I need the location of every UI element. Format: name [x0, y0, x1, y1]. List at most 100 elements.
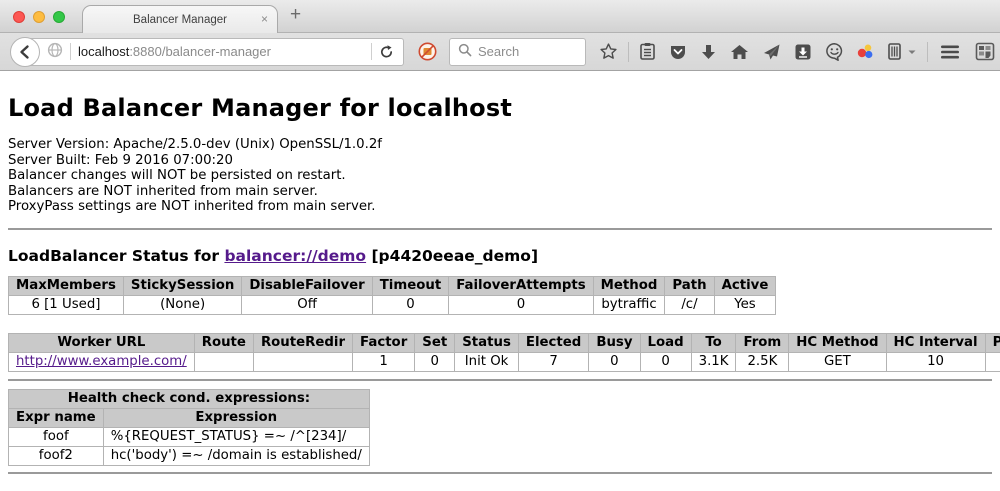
col-expr-name: Expr name — [9, 408, 104, 427]
toolbar-icons — [599, 42, 997, 62]
col-hc-method: HC Method — [789, 333, 886, 352]
cell-factor: 1 — [353, 352, 415, 371]
col-expression: Expression — [103, 408, 369, 427]
url-text[interactable]: localhost:8880/balancer-manager — [78, 44, 364, 59]
reading-list-icon[interactable] — [639, 42, 656, 61]
col-timeout: Timeout — [372, 276, 448, 295]
cell-disablefailover: Off — [242, 295, 372, 314]
window-titlebar: Balancer Manager × + — [0, 0, 1000, 33]
browser-tab[interactable]: Balancer Manager × — [82, 5, 278, 33]
worker-row: http://www.example.com/ 1 0 Init Ok 7 0 … — [9, 352, 1000, 371]
home-icon[interactable] — [730, 43, 749, 61]
col-status: Status — [455, 333, 519, 352]
tab-grid-icon[interactable] — [975, 42, 995, 61]
col-to: To — [691, 333, 736, 352]
dropdown-caret-icon[interactable] — [907, 48, 917, 56]
col-from: From — [736, 333, 789, 352]
persist-note-line: Balancer changes will NOT be persisted o… — [8, 168, 992, 184]
url-domain: localhost — [78, 44, 129, 59]
health-table-title: Health check cond. expressions: — [9, 389, 370, 408]
proxypass-note-line: ProxyPass settings are NOT inherited fro… — [8, 199, 992, 215]
globe-icon — [47, 42, 63, 62]
worker-url-link[interactable]: http://www.example.com/ — [16, 354, 187, 369]
col-factor: Factor — [353, 333, 415, 352]
server-built-line: Server Built: Feb 9 2016 07:00:20 — [8, 153, 992, 169]
col-worker-url: Worker URL — [9, 333, 195, 352]
new-tab-button[interactable]: + — [290, 4, 301, 26]
col-busy: Busy — [589, 333, 640, 352]
cell-expression: hc('body') =~ /domain is established/ — [103, 446, 369, 465]
url-path: :8880/balancer-manager — [129, 44, 271, 59]
status-prefix: LoadBalancer Status for — [8, 247, 224, 265]
section-divider — [8, 228, 992, 230]
toolbar-divider-2 — [927, 42, 928, 62]
col-hc-interval: HC Interval — [886, 333, 985, 352]
extension-dots-icon[interactable] — [857, 43, 874, 60]
server-info: Server Version: Apache/2.5.0-dev (Unix) … — [8, 137, 992, 215]
menu-icon[interactable] — [940, 44, 960, 60]
cell-failoverattempts: 0 — [449, 295, 593, 314]
menu-group — [930, 42, 997, 62]
cell-path: /c/ — [665, 295, 714, 314]
page-content: Load Balancer Manager for localhost Serv… — [0, 94, 1000, 474]
col-elected: Elected — [518, 333, 588, 352]
col-maxmembers: MaxMembers — [9, 276, 124, 295]
expr-row: foof %{REQUEST_STATUS} =~ /^[234]/ — [9, 427, 370, 446]
balancers-note-line: Balancers are NOT inherited from main se… — [8, 184, 992, 200]
balancer-settings-table: MaxMembers StickySession DisableFailover… — [8, 276, 776, 315]
col-set: Set — [415, 333, 455, 352]
urlbar-divider-2 — [371, 43, 372, 60]
url-bar[interactable]: localhost:8880/balancer-manager — [24, 38, 404, 66]
page-title: Load Balancer Manager for localhost — [8, 94, 992, 122]
back-button[interactable] — [10, 37, 40, 67]
search-icon — [458, 42, 472, 61]
back-arrow-icon — [17, 44, 33, 60]
reload-button[interactable] — [379, 44, 403, 60]
zoom-window-button[interactable] — [53, 11, 65, 23]
close-tab-icon[interactable]: × — [261, 12, 268, 26]
col-load: Load — [640, 333, 691, 352]
reload-icon — [379, 44, 394, 60]
window-controls — [13, 11, 65, 23]
table-row: 6 [1 Used] (None) Off 0 0 bytraffic /c/ … — [9, 295, 776, 314]
balancer-demo-link[interactable]: balancer://demo — [224, 247, 366, 265]
container-icon[interactable] — [887, 42, 902, 61]
section-divider-2 — [8, 379, 992, 381]
expr-row: foof2 hc('body') =~ /domain is establish… — [9, 446, 370, 465]
page-bottom-divider — [8, 472, 992, 474]
status-suffix: [p4420eeae_demo] — [366, 247, 538, 265]
col-stickysession: StickySession — [123, 276, 241, 295]
cell-passes: 1 (0) — [985, 352, 1000, 371]
health-check-table: Health check cond. expressions: Expr nam… — [8, 389, 370, 466]
worker-table: Worker URL Route RouteRedir Factor Set S… — [8, 333, 1000, 372]
close-window-button[interactable] — [13, 11, 25, 23]
toolbar-divider — [628, 42, 629, 62]
table-header-row: Expr name Expression — [9, 408, 370, 427]
minimize-window-button[interactable] — [33, 11, 45, 23]
cell-hc-interval: 10 — [886, 352, 985, 371]
cell-expression: %{REQUEST_STATUS} =~ /^[234]/ — [103, 427, 369, 446]
cell-busy: 0 — [589, 352, 640, 371]
table-header-row: Worker URL Route RouteRedir Factor Set S… — [9, 333, 1000, 352]
server-version-line: Server Version: Apache/2.5.0-dev (Unix) … — [8, 137, 992, 153]
download-badge-icon[interactable] — [794, 43, 812, 61]
search-placeholder: Search — [478, 44, 519, 59]
bookmark-star-icon[interactable] — [599, 42, 618, 61]
content-blocked-button[interactable] — [418, 42, 437, 61]
pocket-icon[interactable] — [669, 43, 687, 61]
col-passes: Passes — [985, 333, 1000, 352]
cell-routeredir — [253, 352, 352, 371]
cell-elected: 7 — [518, 352, 588, 371]
search-bar[interactable]: Search — [449, 38, 586, 66]
feedback-smiley-icon[interactable] — [825, 42, 844, 61]
cell-maxmembers: 6 [1 Used] — [9, 295, 124, 314]
col-disablefailover: DisableFailover — [242, 276, 372, 295]
table-header-row: MaxMembers StickySession DisableFailover… — [9, 276, 776, 295]
cell-stickysession: (None) — [123, 295, 241, 314]
send-icon[interactable] — [762, 43, 781, 61]
cell-expr-name: foof — [9, 427, 104, 446]
cell-to: 3.1K — [691, 352, 736, 371]
balancer-status-heading: LoadBalancer Status for balancer://demo … — [8, 247, 992, 265]
downloads-icon[interactable] — [700, 43, 717, 61]
col-method: Method — [593, 276, 665, 295]
